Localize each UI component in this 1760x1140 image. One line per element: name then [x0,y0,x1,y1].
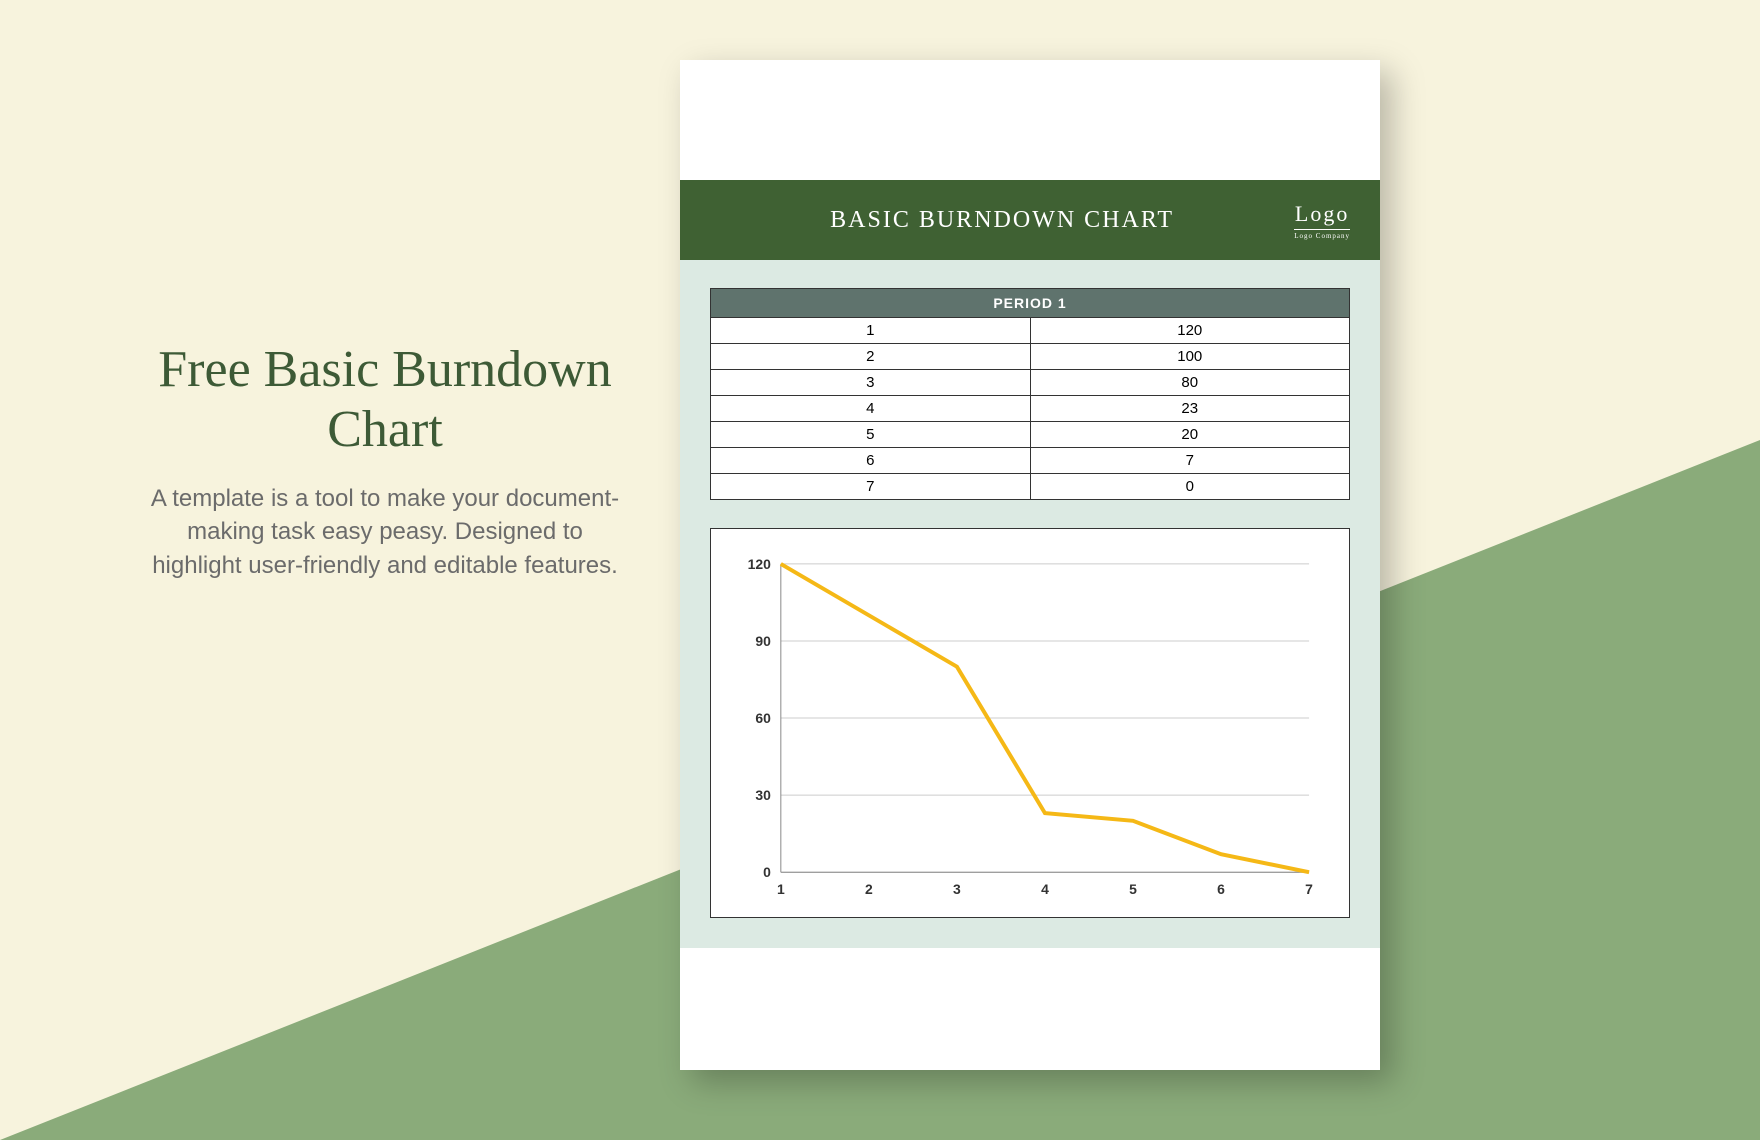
logo: Logo Logo Company [1294,201,1350,240]
value-cell: 0 [1030,474,1350,500]
value-cell: 100 [1030,344,1350,370]
table-row: 2100 [711,344,1350,370]
document-banner: BASIC BURNDOWN CHART Logo Logo Company [680,180,1380,260]
value-cell: 20 [1030,422,1350,448]
period-cell: 4 [711,396,1031,422]
period-cell: 5 [711,422,1031,448]
logo-text: Logo [1294,201,1350,230]
svg-text:0: 0 [763,864,771,880]
svg-text:30: 30 [755,787,771,803]
table-row: 1120 [711,318,1350,344]
period-cell: 3 [711,370,1031,396]
promo-description: A template is a tool to make your docume… [150,482,620,583]
burndown-chart: 0 30 60 90 120 1 2 3 4 5 6 7 [710,528,1350,918]
table-header: PERIOD 1 [711,289,1350,318]
period-cell: 2 [711,344,1031,370]
svg-text:1: 1 [777,881,785,897]
svg-text:4: 4 [1041,881,1049,897]
promo-title: Free Basic Burndown Chart [150,340,620,460]
svg-text:90: 90 [755,633,771,649]
svg-text:60: 60 [755,710,771,726]
document-body: PERIOD 1 112021003804235206770 030609012… [680,260,1380,948]
svg-text:7: 7 [1305,881,1313,897]
logo-subtext: Logo Company [1294,232,1350,240]
period-cell: 1 [711,318,1031,344]
period-cell: 7 [711,474,1031,500]
table-row: 67 [711,448,1350,474]
table-row: 520 [711,422,1350,448]
svg-text:120: 120 [748,556,772,572]
svg-text:2: 2 [865,881,873,897]
promo-text-block: Free Basic Burndown Chart A template is … [150,340,620,582]
document-title: BASIC BURNDOWN CHART [710,207,1294,234]
document-preview: BASIC BURNDOWN CHART Logo Logo Company P… [680,60,1380,1070]
svg-text:5: 5 [1129,881,1137,897]
value-cell: 120 [1030,318,1350,344]
value-cell: 80 [1030,370,1350,396]
value-cell: 23 [1030,396,1350,422]
value-cell: 7 [1030,448,1350,474]
table-row: 70 [711,474,1350,500]
period-cell: 6 [711,448,1031,474]
data-table: PERIOD 1 112021003804235206770 [710,288,1350,500]
table-row: 380 [711,370,1350,396]
svg-text:3: 3 [953,881,961,897]
svg-text:6: 6 [1217,881,1225,897]
table-row: 423 [711,396,1350,422]
